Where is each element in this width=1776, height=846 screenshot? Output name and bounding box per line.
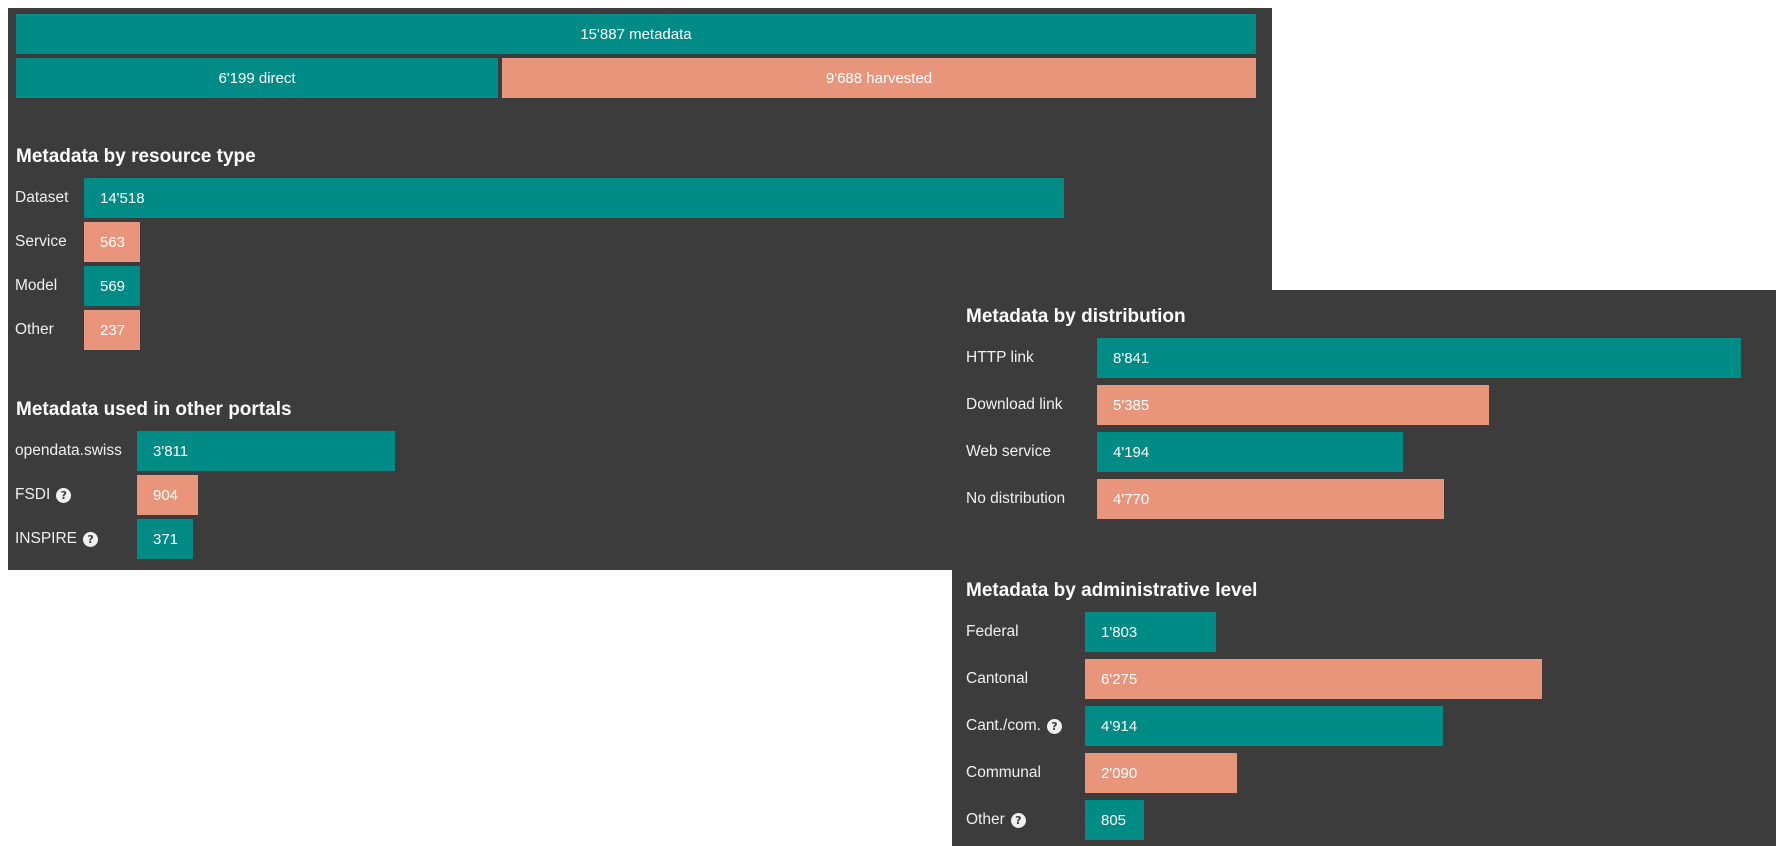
admin-level-label-communal: Communal [966,753,1041,793]
admin-level-label-cant-com: Cant./com.? [966,706,1062,746]
statistics-panel-right: Metadata by distribution HTTP link 8'841 D… [952,290,1776,846]
resource-type-label-model: Model [15,266,57,306]
bar-value-label: 237 [100,321,126,339]
resource-type-label-service: Service [15,222,67,262]
bar-value-label: 371 [153,530,179,548]
resource-type-bar-model: 569 [84,266,140,306]
harvested-metadata-label: 9'688 harvested [825,69,933,87]
question-circle-icon[interactable]: ? [1010,812,1026,828]
admin-level-label-other: Other? [966,800,1026,840]
resource-type-bar-dataset: 14'518 [84,178,1064,218]
admin-level-label-cantonal: Cantonal [966,659,1028,699]
portals-label-inspire: INSPIRE? [15,519,99,559]
bar-value-label: 1'803 [1101,623,1138,641]
row-label-text: Web service [966,443,1051,460]
harvested-metadata-bar: 9'688 harvested [502,58,1256,98]
portals-bar-inspire: 371 [137,519,193,559]
row-label-text: INSPIRE [15,530,78,547]
row-label-text: Other [966,811,1005,828]
admin-level-bar-cantonal: 6'275 [1085,659,1542,699]
total-metadata-bar: 15'887 metadata [16,14,1256,54]
row-label-text: Cantonal [966,670,1029,687]
resource-type-label-other: Other [15,310,54,350]
bar-value-label: 904 [153,486,179,504]
row-label-text: HTTP link [966,349,1034,366]
bar-value-label: 805 [1101,811,1127,829]
admin-level-bar-other: 805 [1085,800,1144,840]
portals-label-fsdi: FSDI? [15,475,72,515]
direct-metadata-bar: 6'199 direct [16,58,498,98]
portals-title: Metadata used in other portals [16,399,292,420]
row-label-text: Communal [966,764,1041,781]
question-circle-icon[interactable]: ? [56,487,72,503]
bar-value-label: 2'090 [1101,764,1138,782]
question-circle-icon[interactable]: ? [1046,718,1062,734]
distribution-bar-web-service: 4'194 [1097,432,1403,472]
distribution-bar-download-link: 5'385 [1097,385,1489,425]
bar-value-label: 6'275 [1101,670,1138,688]
admin-level-bar-cant-com: 4'914 [1085,706,1443,746]
bar-value-label: 563 [100,233,126,251]
row-label-text: Cant./com. [966,717,1041,734]
row-label-text: Other [15,321,54,338]
row-label-text: Download link [966,396,1063,413]
admin-level-bar-communal: 2'090 [1085,753,1237,793]
bar-value-label: 3'811 [153,442,189,460]
distribution-label-http-link: HTTP link [966,338,1034,378]
row-label-text: Model [15,277,58,294]
bar-value-label: 14'518 [100,189,145,207]
distribution-title: Metadata by distribution [966,306,1186,327]
admin-level-title: Metadata by administrative level [966,580,1258,601]
bar-value-label: 5'385 [1113,396,1150,414]
resource-type-bar-other: 237 [84,310,140,350]
row-label-text: No distribution [966,490,1066,507]
bar-value-label: 4'914 [1101,717,1138,735]
resource-type-bar-service: 563 [84,222,140,262]
bar-value-label: 8'841 [1113,349,1150,367]
bar-value-label: 569 [100,277,126,295]
distribution-label-no-distribution: No distribution [966,479,1065,519]
resource-type-label-dataset: Dataset [15,178,68,218]
distribution-label-download-link: Download link [966,385,1063,425]
total-metadata-label: 15'887 metadata [580,25,692,43]
portals-bar-fsdi: 904 [137,475,198,515]
row-label-text: FSDI [15,486,51,503]
portals-bar-opendata-swiss: 3'811 [137,431,395,471]
row-label-text: Dataset [15,189,69,206]
portals-label-opendata-swiss: opendata.swiss [15,431,122,471]
distribution-bar-http-link: 8'841 [1097,338,1741,378]
bar-value-label: 4'194 [1113,443,1150,461]
row-label-text: Service [15,233,67,250]
bar-value-label: 4'770 [1113,490,1150,508]
row-label-text: opendata.swiss [15,442,122,459]
admin-level-bar-federal: 1'803 [1085,612,1216,652]
row-label-text: Federal [966,623,1019,640]
question-circle-icon[interactable]: ? [83,531,99,547]
resource-type-title: Metadata by resource type [16,146,256,167]
direct-metadata-label: 6'199 direct [218,69,296,87]
admin-level-label-federal: Federal [966,612,1019,652]
distribution-label-web-service: Web service [966,432,1051,472]
distribution-bar-no-distribution: 4'770 [1097,479,1444,519]
